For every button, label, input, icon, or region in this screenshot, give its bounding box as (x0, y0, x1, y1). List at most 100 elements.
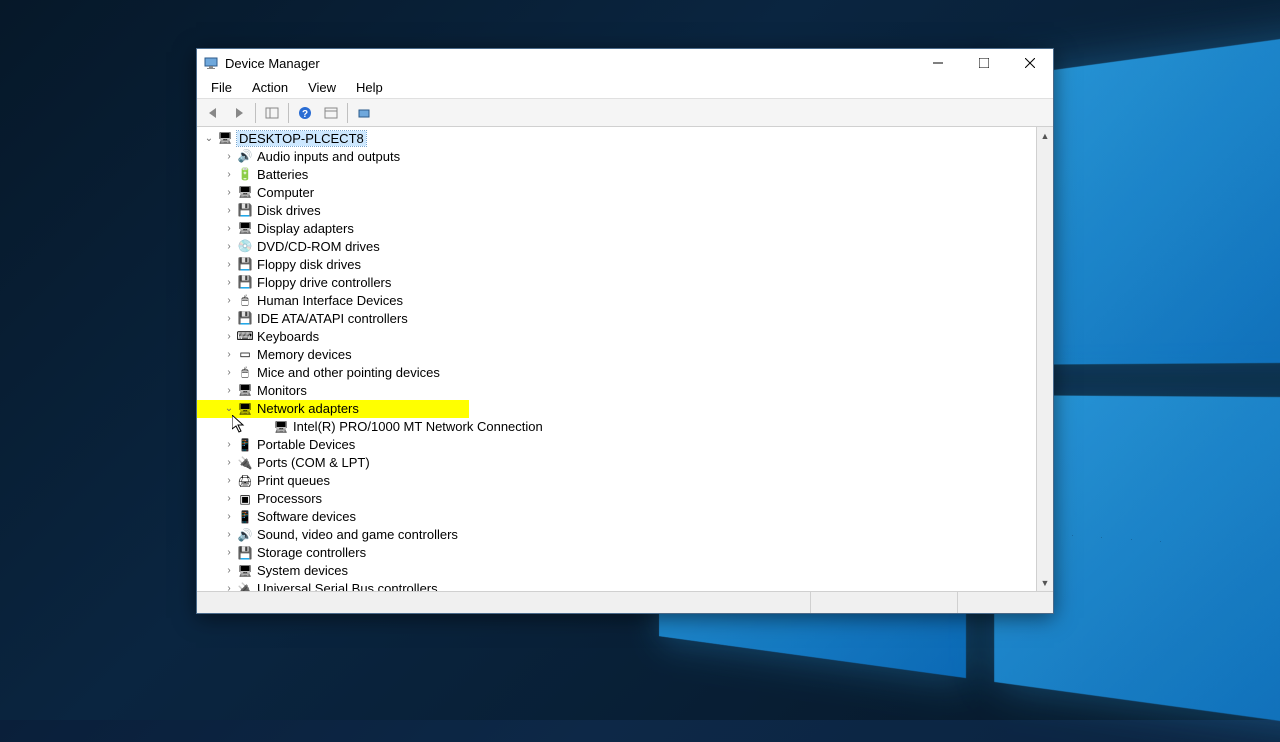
toolbar: ? (197, 99, 1053, 127)
category-network-adapters[interactable]: ⌄🖥Network adapters (197, 400, 469, 418)
expand-icon[interactable]: › (221, 277, 237, 288)
expand-icon[interactable]: › (221, 457, 237, 468)
expand-icon[interactable]: › (221, 511, 237, 522)
category-processors[interactable]: ›▣ Processors (197, 490, 1036, 508)
forward-button[interactable] (227, 102, 251, 124)
expand-icon[interactable]: › (221, 493, 237, 504)
tree-item-label: Portable Devices (257, 437, 355, 452)
expand-icon[interactable]: › (221, 259, 237, 270)
expand-icon[interactable]: › (221, 385, 237, 396)
tree-item-label: Disk drives (257, 203, 321, 218)
category-software-devices[interactable]: ›📱Software devices (197, 508, 1036, 526)
category-display-adapters[interactable]: ›🖥Display adapters (197, 219, 1036, 237)
tree-item-label: Display adapters (257, 221, 354, 236)
category-dvd-cd-rom-drives[interactable]: ›💿 DVD/CD-ROM drives (197, 237, 1036, 255)
category-storage-controllers[interactable]: ›💾Storage controllers (197, 544, 1036, 562)
expand-icon[interactable]: › (221, 223, 237, 234)
device-tree[interactable]: ⌄🖥DESKTOP-PLCECT8›🔊Audio inputs and outp… (197, 127, 1036, 591)
category-batteries[interactable]: ›🔋Batteries (197, 165, 1036, 183)
tree-item-label: Processors (257, 491, 322, 506)
maximize-button[interactable] (961, 49, 1007, 77)
scroll-down-button[interactable]: ▼ (1037, 574, 1053, 591)
expand-icon[interactable]: › (221, 331, 237, 342)
help-button[interactable]: ? (293, 102, 317, 124)
expand-icon[interactable]: › (221, 349, 237, 360)
status-cell-1 (197, 592, 811, 613)
menu-file[interactable]: File (201, 78, 242, 97)
category-mice-and-other-pointing-devices[interactable]: ›🖱Mice and other pointing devices (197, 363, 1036, 381)
menu-view[interactable]: View (298, 78, 346, 97)
hid-icon: 🖱 (237, 292, 253, 308)
expand-icon[interactable]: › (221, 475, 237, 486)
expand-icon[interactable]: › (221, 313, 237, 324)
tree-item-label: Ports (COM & LPT) (257, 455, 370, 470)
menu-help[interactable]: Help (346, 78, 393, 97)
tree-item-label: Keyboards (257, 329, 319, 344)
category-floppy-drive-controllers[interactable]: ›💾 Floppy drive controllers (197, 273, 1036, 291)
device-intel-r-pro-1000-mt-network-connection[interactable]: 🖥Intel(R) PRO/1000 MT Network Connection (197, 418, 1036, 436)
portable-icon: 📱 (237, 437, 253, 453)
status-cell-2 (811, 592, 958, 613)
category-universal-serial-bus-controllers[interactable]: ›🔌Universal Serial Bus controllers (197, 580, 1036, 592)
menu-action[interactable]: Action (242, 78, 298, 97)
tree-item-label: Floppy drive controllers (257, 275, 391, 290)
expand-icon[interactable]: › (221, 367, 237, 378)
category-floppy-disk-drives[interactable]: ›💾Floppy disk drives (197, 255, 1036, 273)
expand-icon[interactable]: › (221, 583, 237, 591)
storage-icon: 💾 (237, 545, 253, 561)
category-ide-ata-atapi-controllers[interactable]: ›💾IDE ATA/ATAPI controllers (197, 309, 1036, 327)
tree-item-label: Mice and other pointing devices (257, 365, 440, 380)
close-button[interactable] (1007, 49, 1053, 77)
device-manager-window: Device Manager File Action View Help (196, 48, 1054, 614)
expand-icon[interactable]: › (221, 565, 237, 576)
category-audio-inputs-and-outputs[interactable]: ›🔊Audio inputs and outputs (197, 147, 1036, 165)
floppy-icon: 💾 (237, 256, 253, 272)
category-system-devices[interactable]: ›🖥System devices (197, 562, 1036, 580)
expand-icon[interactable]: › (221, 205, 237, 216)
system-icon: 🖥 (237, 563, 253, 579)
expand-icon[interactable]: › (221, 439, 237, 450)
usb-icon: 🔌 (237, 581, 253, 592)
minimize-button[interactable] (915, 49, 961, 77)
category-monitors[interactable]: ›🖥Monitors (197, 381, 1036, 399)
category-computer[interactable]: ›🖥Computer (197, 183, 1036, 201)
collapse-icon[interactable]: ⌄ (221, 403, 237, 414)
expand-icon[interactable]: › (221, 151, 237, 162)
properties-button[interactable] (319, 102, 343, 124)
scroll-up-button[interactable]: ▲ (1037, 127, 1053, 144)
category-human-interface-devices[interactable]: ›🖱 Human Interface Devices (197, 291, 1036, 309)
tree-item[interactable]: ⌄🖥DESKTOP-PLCECT8 (197, 129, 1036, 147)
tree-item-label: Network adapters (257, 401, 359, 416)
tree-item-label: Human Interface Devices (257, 293, 403, 308)
collapse-icon[interactable]: ⌄ (201, 133, 217, 144)
scan-hardware-button[interactable] (352, 102, 376, 124)
expand-icon[interactable]: › (221, 295, 237, 306)
back-button[interactable] (201, 102, 225, 124)
expand-icon[interactable]: › (221, 187, 237, 198)
controller-icon: 💾 (237, 274, 253, 290)
software-icon: 📱 (237, 509, 253, 525)
titlebar[interactable]: Device Manager (197, 49, 1053, 77)
tree-item-label: IDE ATA/ATAPI controllers (257, 311, 408, 326)
category-print-queues[interactable]: ›🖨Print queues (197, 472, 1036, 490)
cpu-icon: ▣ (237, 491, 253, 507)
tree-item-label: DVD/CD-ROM drives (257, 239, 380, 254)
sound-icon: 🔊 (237, 527, 253, 543)
tree-item-label: Audio inputs and outputs (257, 149, 400, 164)
category-sound-video-and-game-controllers[interactable]: ›🔊Sound, video and game controllers (197, 526, 1036, 544)
category-memory-devices[interactable]: ›▭Memory devices (197, 345, 1036, 363)
tree-item-label: Memory devices (257, 347, 352, 362)
category-ports-com-lpt-[interactable]: ›🔌Ports (COM & LPT) (197, 454, 1036, 472)
expand-icon[interactable]: › (221, 547, 237, 558)
expand-icon[interactable]: › (221, 241, 237, 252)
expand-icon[interactable]: › (221, 529, 237, 540)
show-hide-tree-button[interactable] (260, 102, 284, 124)
category-portable-devices[interactable]: ›📱 Portable Devices (197, 436, 1036, 454)
vertical-scrollbar[interactable]: ▲ ▼ (1036, 127, 1053, 591)
category-keyboards[interactable]: ›⌨Keyboards (197, 327, 1036, 345)
dvd-icon: 💿 (237, 238, 253, 254)
monitor-icon: 🖥 (237, 382, 253, 398)
expand-icon[interactable]: › (221, 169, 237, 180)
category-disk-drives[interactable]: ›💾 Disk drives (197, 201, 1036, 219)
disk-icon: 💾 (237, 202, 253, 218)
